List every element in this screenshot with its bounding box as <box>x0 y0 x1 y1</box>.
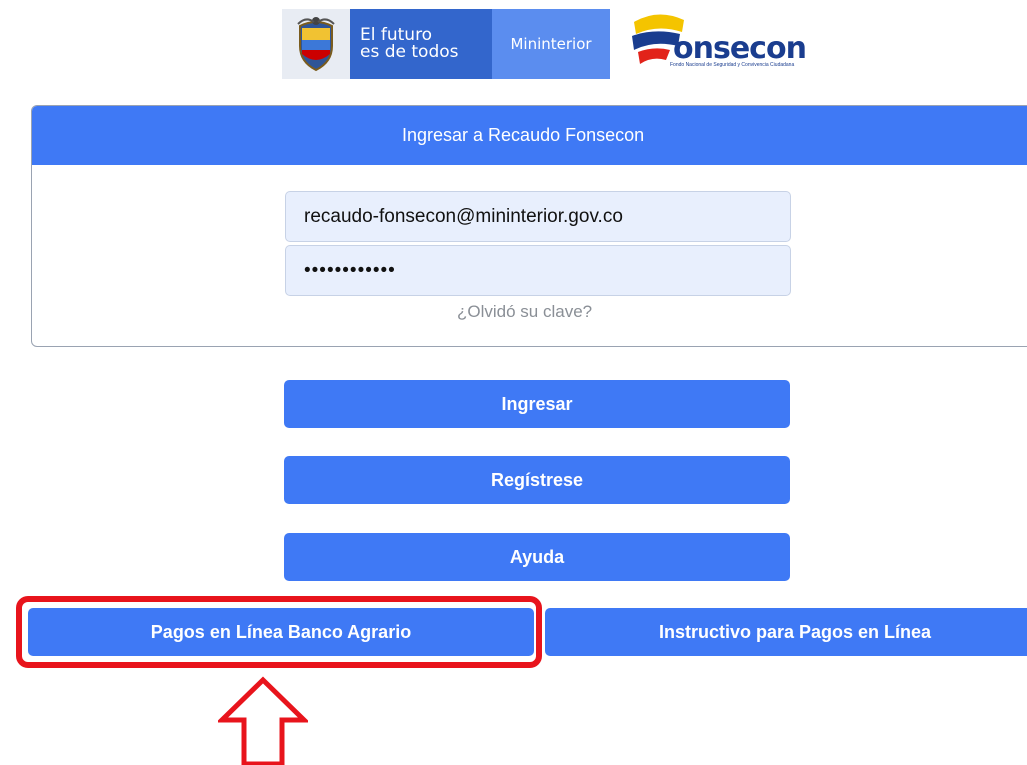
ministry-label: Mininterior <box>492 9 610 79</box>
ingresar-button[interactable]: Ingresar <box>284 380 790 428</box>
gov-tagline-line2: es de todos <box>360 42 459 62</box>
gov-logo: El futuro es de todos Mininterior <box>282 9 610 79</box>
forgot-password-link[interactable]: ¿Olvidó su clave? <box>457 302 592 322</box>
up-arrow-outline-icon <box>218 676 308 765</box>
ayuda-button[interactable]: Ayuda <box>284 533 790 581</box>
login-card-title: Ingresar a Recaudo Fonsecon <box>32 106 1027 165</box>
fonsecon-wordmark: onsecon <box>673 31 807 66</box>
fonsecon-tagline: Fondo Nacional de Seguridad y Convivenci… <box>670 62 795 68</box>
password-field[interactable] <box>285 245 791 296</box>
fonsecon-logo: onsecon Fondo Nacional de Seguridad y Co… <box>626 10 816 76</box>
registrese-button[interactable]: Regístrese <box>284 456 790 504</box>
email-field[interactable] <box>285 191 791 242</box>
highlight-annotation <box>16 596 542 668</box>
login-card: Ingresar a Recaudo Fonsecon ¿Olvidó su c… <box>31 105 1027 347</box>
gov-tagline: El futuro es de todos <box>350 9 492 79</box>
instructivo-button[interactable]: Instructivo para Pagos en Línea <box>545 608 1027 656</box>
login-page: El futuro es de todos Mininterior onseco… <box>0 0 1027 765</box>
coat-of-arms-icon <box>282 9 350 79</box>
